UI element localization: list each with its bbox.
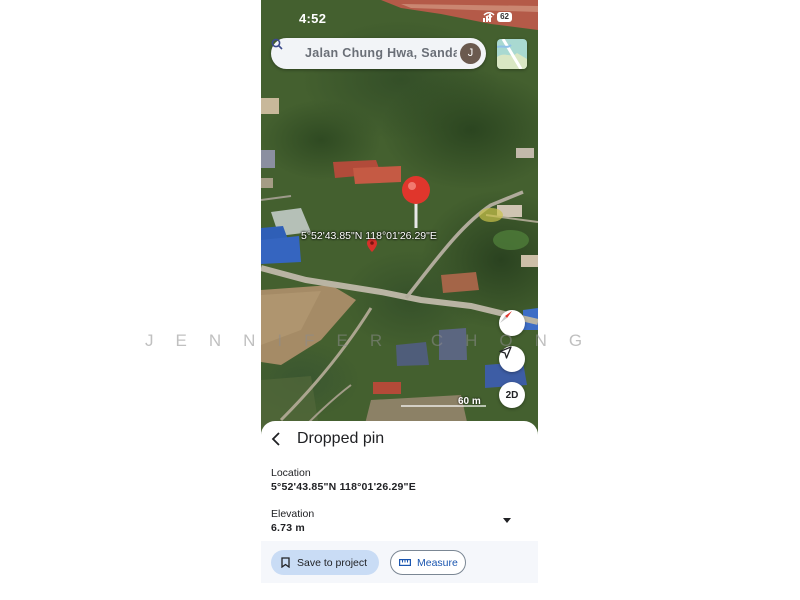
avatar[interactable]: J <box>460 43 481 64</box>
save-to-project-button[interactable]: Save to project <box>271 550 379 575</box>
elevation-value: 6.73 m <box>271 522 305 534</box>
ruler-icon <box>399 559 411 566</box>
search-bar[interactable]: Jalan Chung Hwa, Sanda J <box>271 38 486 69</box>
elevation-label: Elevation <box>271 508 315 520</box>
search-icon <box>271 38 283 50</box>
sheet-title: Dropped pin <box>297 430 385 447</box>
status-icons: 62 <box>483 12 512 22</box>
search-query[interactable]: Jalan Chung Hwa, Sanda <box>305 46 457 60</box>
dropdown-icon[interactable] <box>503 518 511 524</box>
back-icon[interactable] <box>271 432 281 446</box>
measure-button-label: Measure <box>417 556 458 569</box>
compass-icon[interactable] <box>499 310 525 336</box>
location-value: 5°52'43.85"N 118°01'26.29"E <box>271 481 416 493</box>
view-mode-2d-button[interactable]: 2D <box>499 382 525 408</box>
my-location-icon[interactable] <box>499 346 525 372</box>
action-bar: Save to project Measure <box>261 541 538 583</box>
satellite-map[interactable]: 4:52 62 Jalan Chung Hwa, Sanda J 5°52'43… <box>261 0 538 440</box>
wifi-icon <box>483 12 495 21</box>
battery-indicator: 62 <box>497 12 512 22</box>
pin-coordinates-label: 5°52'43.85"N 118°01'26.29"E <box>301 230 437 242</box>
dropped-pin-sheet: Dropped pin Location 5°52'43.85"N 118°01… <box>261 421 538 600</box>
scale-label: 60 m <box>458 396 481 407</box>
location-label: Location <box>271 467 311 479</box>
bookmark-icon <box>281 557 290 568</box>
layers-icon[interactable] <box>497 39 527 69</box>
status-time: 4:52 <box>299 11 327 26</box>
save-button-label: Save to project <box>297 556 368 569</box>
measure-button[interactable]: Measure <box>390 550 466 575</box>
phone-screen: 4:52 62 Jalan Chung Hwa, Sanda J 5°52'43… <box>261 0 538 600</box>
